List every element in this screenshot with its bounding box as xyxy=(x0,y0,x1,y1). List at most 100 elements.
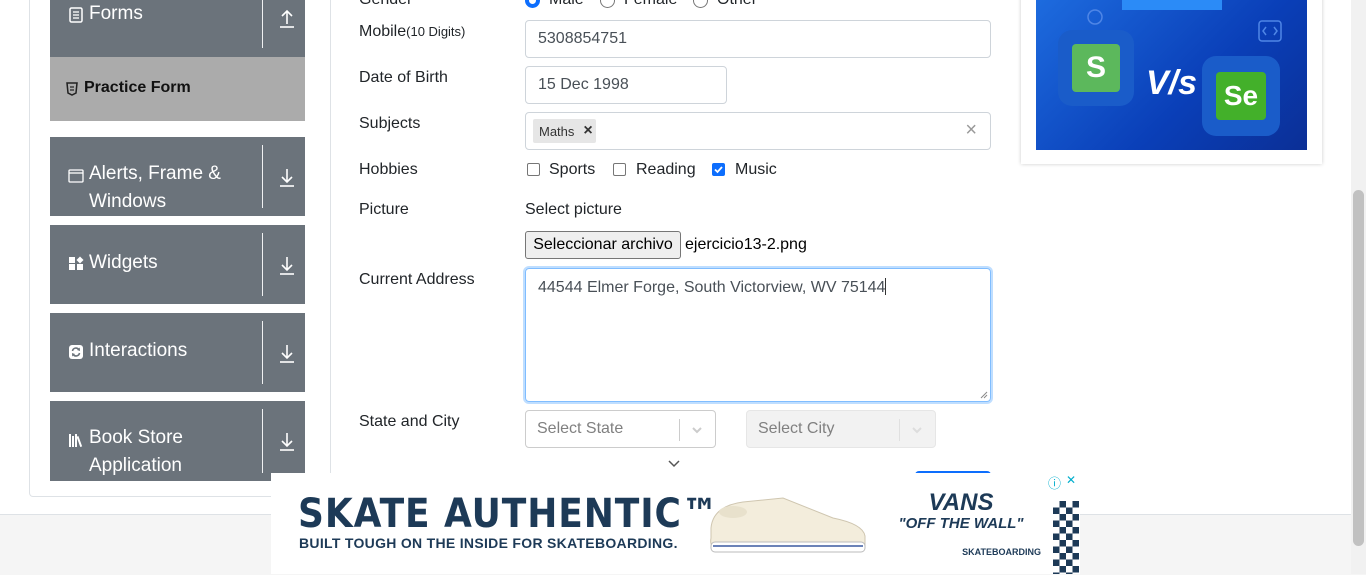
divider xyxy=(262,145,263,208)
picture-label: Picture xyxy=(359,201,409,218)
chip-remove-icon[interactable]: × xyxy=(583,122,592,140)
hobby-sports-checkbox[interactable] xyxy=(527,163,540,176)
window-icon xyxy=(68,169,84,183)
select-separator xyxy=(899,419,900,441)
clock-icon xyxy=(1087,9,1103,25)
hobby-reading-checkbox[interactable] xyxy=(613,163,626,176)
subjects-input[interactable]: Maths × × xyxy=(525,112,991,150)
download-arrow-icon[interactable] xyxy=(279,255,295,275)
hobby-reading-label[interactable]: Reading xyxy=(636,161,696,179)
resize-handle-icon[interactable] xyxy=(980,391,988,399)
text-cursor xyxy=(885,278,887,295)
divider xyxy=(262,409,263,473)
download-arrow-icon[interactable] xyxy=(279,431,295,451)
scrollbar-track[interactable] xyxy=(1351,0,1366,574)
radio-other-label: Other xyxy=(717,0,757,9)
ad-right-logo-left: S xyxy=(1058,30,1134,106)
ad-right-logo-right: Se xyxy=(1202,56,1280,136)
current-address-textarea[interactable]: 44544 Elmer Forge, South Victorview, WV … xyxy=(525,268,991,402)
radio-male[interactable] xyxy=(525,0,540,8)
download-arrow-icon[interactable] xyxy=(279,343,295,363)
state-city-label: State and City xyxy=(359,413,460,430)
mobile-label-text: Mobile xyxy=(359,23,407,40)
hobby-music-label[interactable]: Music xyxy=(735,161,777,179)
sidebar-item-practice-form[interactable]: Practice Form xyxy=(50,57,305,121)
mobile-input[interactable]: 5308854751 xyxy=(525,20,991,58)
chevron-down-icon xyxy=(912,427,922,434)
hobby-sports-label[interactable]: Sports xyxy=(549,161,595,179)
nav-group-label-line2: Application xyxy=(89,455,182,476)
dob-value: 15 Dec 1998 xyxy=(538,76,629,93)
arrow-up-icon[interactable] xyxy=(279,8,295,28)
html5-icon xyxy=(66,82,78,96)
date-of-birth-input[interactable]: 15 Dec 1998 xyxy=(525,66,727,104)
subject-chip: Maths × xyxy=(533,119,596,143)
radio-female-label: Female xyxy=(624,0,677,9)
nav-group-alerts[interactable]: Alerts, Frame & Windows xyxy=(50,137,305,216)
download-arrow-icon[interactable] xyxy=(279,167,295,187)
form-icon xyxy=(69,7,83,23)
vans-logo: VANS "OFF THE WALL" SKATEBOARDING xyxy=(891,489,1041,561)
radio-male-label: Male xyxy=(549,0,584,9)
widgets-icon xyxy=(69,256,84,270)
nav-group-widgets[interactable]: Widgets xyxy=(50,225,305,304)
ad-headline: SKATE AUTHENTIC™ xyxy=(298,491,719,537)
file-upload-button[interactable]: Seleccionar archivo xyxy=(525,231,681,259)
ad-right-top-bar xyxy=(1122,0,1222,10)
file-name: ejercicio13-2.png xyxy=(685,236,807,253)
ad-info-icon[interactable]: ⓘ xyxy=(1048,473,1061,492)
ad-right-logo-right-text: Se xyxy=(1223,80,1259,111)
address-value: 44544 Elmer Forge, South Victorview, WV … xyxy=(538,279,886,296)
select-picture-label: Select picture xyxy=(525,201,622,218)
radio-other[interactable] xyxy=(693,0,708,8)
chevron-down-icon xyxy=(668,460,680,468)
state-placeholder: Select State xyxy=(537,420,624,437)
clear-all-icon[interactable]: × xyxy=(965,119,977,142)
hobbies-label: Hobbies xyxy=(359,161,418,178)
nav-group-label-line1: Alerts, Frame & xyxy=(89,163,221,184)
nav-group-label: Interactions xyxy=(89,340,188,361)
current-address-label: Current Address xyxy=(359,271,475,288)
city-select[interactable]: Select City xyxy=(746,410,936,448)
ad-right-logo-left-inner: S xyxy=(1072,44,1120,92)
nav-group-book-store[interactable]: Book Store Application xyxy=(50,401,305,481)
mobile-label: Mobile(10 Digits) xyxy=(359,23,465,41)
mobile-hint: (10 Digits) xyxy=(406,24,466,39)
nav-group-label-line2: Windows xyxy=(89,191,167,212)
vans-logo-line1: VANS xyxy=(928,489,994,516)
select-separator xyxy=(679,419,680,441)
nav-group-label: Forms xyxy=(89,3,143,24)
vans-logo-tag: SKATEBOARDING xyxy=(962,547,1041,557)
ad-right-image[interactable]: S V/s Se xyxy=(1036,0,1307,150)
subjects-label: Subjects xyxy=(359,115,421,132)
ad-bottom[interactable]: SKATE AUTHENTIC™ BUILT TOUGH ON THE INSI… xyxy=(271,473,1080,574)
radio-female[interactable] xyxy=(600,0,615,8)
nav-group-label-line1: Book Store xyxy=(89,427,183,448)
subject-chip-label: Maths xyxy=(539,123,575,139)
checker-strip xyxy=(1053,501,1079,574)
divider xyxy=(262,321,263,384)
nav-group-forms[interactable]: Forms xyxy=(50,0,305,57)
city-placeholder: Select City xyxy=(758,420,835,437)
dob-label: Date of Birth xyxy=(359,69,448,86)
ad-subline: BUILT TOUGH ON THE INSIDE FOR SKATEBOARD… xyxy=(299,535,678,551)
code-icon xyxy=(1258,20,1282,42)
state-select[interactable]: Select State xyxy=(525,410,716,448)
ad-right-vs: V/s xyxy=(1146,64,1198,102)
books-icon xyxy=(69,434,83,448)
mobile-value: 5308854751 xyxy=(538,30,627,47)
sneaker-image xyxy=(710,497,866,553)
scrollbar-thumb[interactable] xyxy=(1353,190,1364,546)
check-icon xyxy=(714,166,723,174)
vans-logo-line2: "OFF THE WALL" xyxy=(898,515,1024,532)
nav-group-label: Widgets xyxy=(89,252,158,273)
hobby-music-checkbox[interactable] xyxy=(712,163,725,176)
sidebar-item-label: Practice Form xyxy=(84,79,191,96)
file-upload-button-label: Seleccionar archivo xyxy=(533,236,673,253)
gender-label: Gender xyxy=(359,0,412,9)
chevron-down-icon[interactable] xyxy=(690,423,704,437)
ad-close-icon[interactable]: ✕ xyxy=(1066,473,1076,487)
divider xyxy=(262,233,263,296)
refresh-icon xyxy=(69,345,83,359)
nav-group-interactions[interactable]: Interactions xyxy=(50,313,305,392)
